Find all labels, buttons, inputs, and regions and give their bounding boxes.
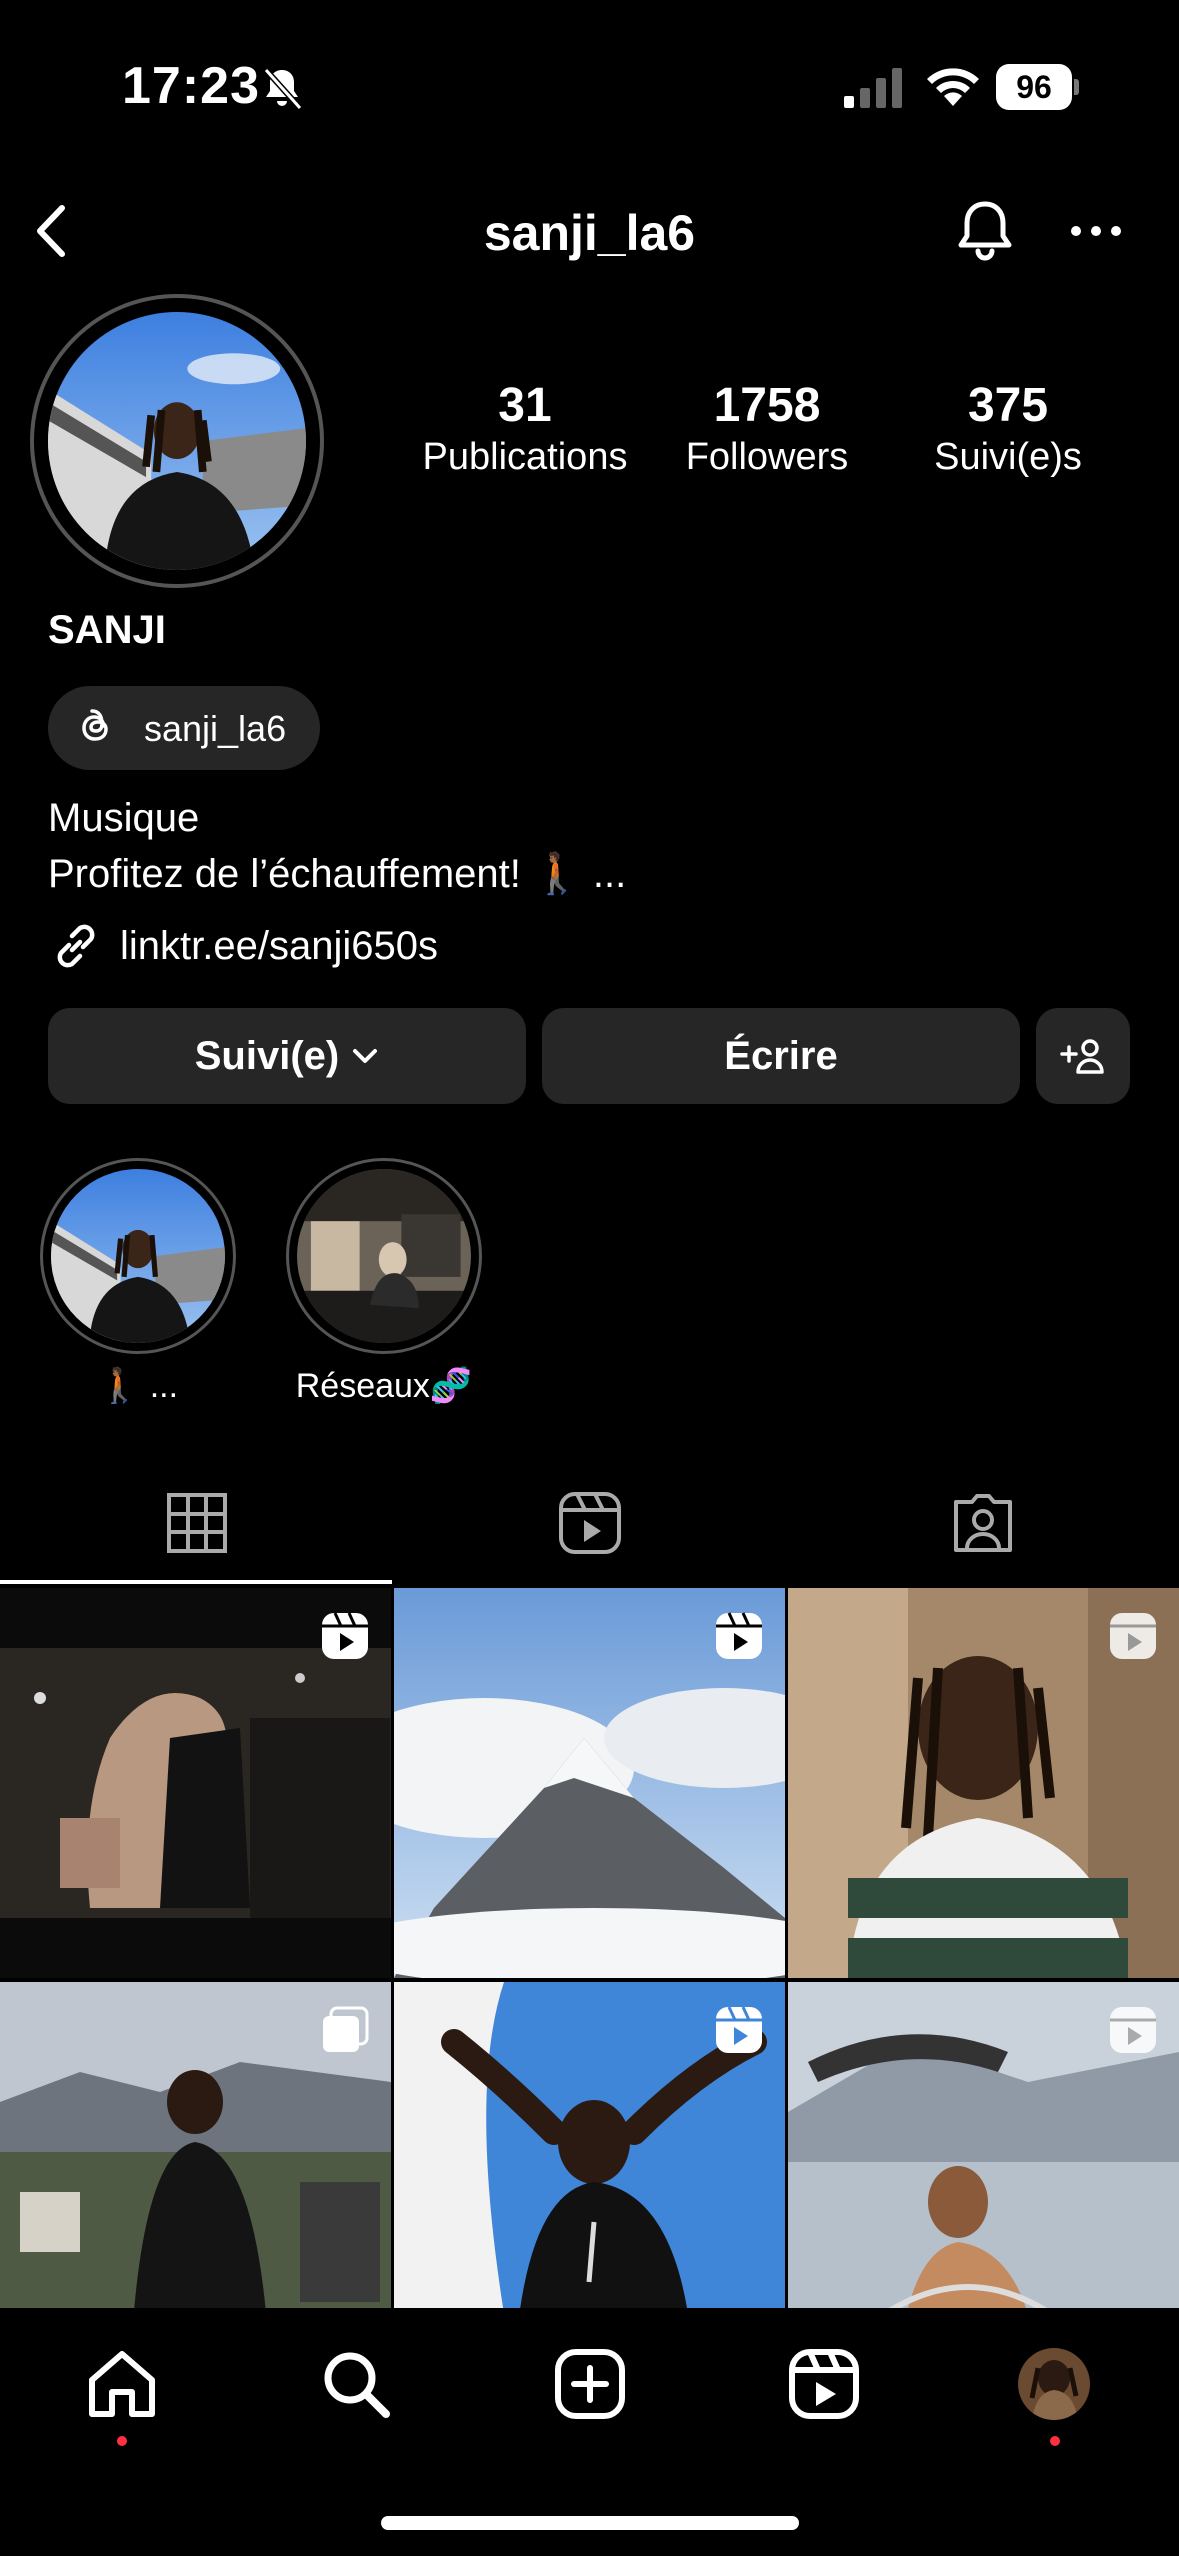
cellular-signal-icon (844, 68, 902, 108)
create-icon[interactable] (550, 2344, 630, 2424)
tab-posts[interactable] (0, 1460, 393, 1586)
grid-post[interactable] (394, 1588, 785, 1978)
reel-badge-icon (1110, 2007, 1156, 2053)
reel-badge-icon (1110, 1613, 1156, 1659)
display-name: SANJI (48, 608, 166, 652)
reel-badge-icon (322, 1612, 368, 1659)
highlight-label: Réseaux🧬 (295, 1367, 473, 1405)
tagged-icon (953, 1494, 1012, 1552)
highlight-cover (51, 1169, 225, 1343)
stat-followers[interactable]: 1758 Followers (647, 380, 887, 482)
stat-value: 31 (498, 379, 552, 432)
threads-icon (82, 709, 108, 741)
stat-value: 1758 (713, 379, 821, 432)
add-person-icon (1060, 1039, 1104, 1074)
reels-icon (558, 1492, 621, 1554)
reels-icon[interactable] (784, 2344, 864, 2424)
profile-avatar[interactable] (30, 294, 324, 588)
home-notification-dot (117, 2436, 127, 2446)
profile-notification-dot (1050, 2436, 1060, 2446)
story-highlight[interactable]: Réseaux🧬 (286, 1158, 482, 1406)
status-time: 17:23 (122, 57, 260, 115)
story-highlight[interactable]: 🚶🏾 ... (40, 1158, 236, 1406)
more-icon[interactable] (1066, 206, 1126, 256)
search-icon[interactable] (316, 2344, 396, 2424)
stat-label: Suivi(e)s (934, 436, 1082, 478)
stat-label: Publications (422, 436, 628, 478)
following-label: Suivi(e) (194, 1033, 340, 1078)
stat-label: Followers (685, 436, 849, 478)
wifi-icon (927, 68, 979, 106)
bell-icon[interactable] (950, 196, 1020, 266)
profile-stats: 31 Publications 1758 Followers 375 Suivi… (400, 380, 1160, 500)
grid-post[interactable] (0, 1588, 391, 1978)
grid-post[interactable] (788, 1982, 1179, 2308)
threads-handle: sanji_la6 (144, 708, 287, 749)
profile-tab-avatar[interactable] (1018, 2348, 1090, 2420)
highlight-cover (297, 1169, 471, 1343)
battery-icon: 96 (996, 64, 1079, 110)
following-button[interactable]: Suivi(e) (48, 1008, 526, 1104)
grid-post[interactable] (394, 1982, 785, 2308)
reel-badge-icon (716, 1612, 762, 1659)
status-bar: 17:23 96 (0, 0, 1179, 170)
bell-slash-icon (263, 67, 303, 111)
suggested-users-button[interactable] (1036, 1008, 1130, 1104)
carousel-icon (323, 2006, 369, 2052)
message-label: Écrire (724, 1033, 838, 1078)
link-icon (57, 924, 95, 968)
battery-level: 96 (996, 64, 1072, 110)
home-icon[interactable] (82, 2344, 162, 2424)
home-indicator (381, 2516, 799, 2530)
threads-badge[interactable]: sanji_la6 (48, 686, 320, 770)
active-tab-indicator (0, 1580, 392, 1584)
grid-post[interactable] (0, 1982, 391, 2308)
stat-publications[interactable]: 31 Publications (405, 380, 645, 482)
profile-header: sanji_la6 (0, 180, 1179, 280)
grid-icon (166, 1493, 227, 1553)
grid-post[interactable] (788, 1588, 1179, 1978)
highlight-label: 🚶🏾 ... (97, 1367, 179, 1405)
chevron-down-icon (353, 1049, 378, 1063)
bio-text[interactable]: Profitez de l’échauffement! 🚶🏾 ... (48, 850, 626, 897)
message-button[interactable]: Écrire (542, 1008, 1020, 1104)
avatar (1018, 2348, 1090, 2420)
posts-grid (0, 1588, 1179, 2308)
stat-following[interactable]: 375 Suivi(e)s (888, 380, 1128, 482)
tab-tagged[interactable] (786, 1460, 1179, 1586)
tab-reels[interactable] (393, 1460, 786, 1586)
link-text[interactable]: linktr.ee/sanji650s (120, 924, 438, 969)
bio-category: Musique (48, 796, 200, 840)
stat-value: 375 (967, 379, 1049, 432)
avatar-photo (48, 312, 306, 570)
reel-badge-icon (716, 2006, 762, 2053)
profile-tabs (0, 1460, 1179, 1586)
